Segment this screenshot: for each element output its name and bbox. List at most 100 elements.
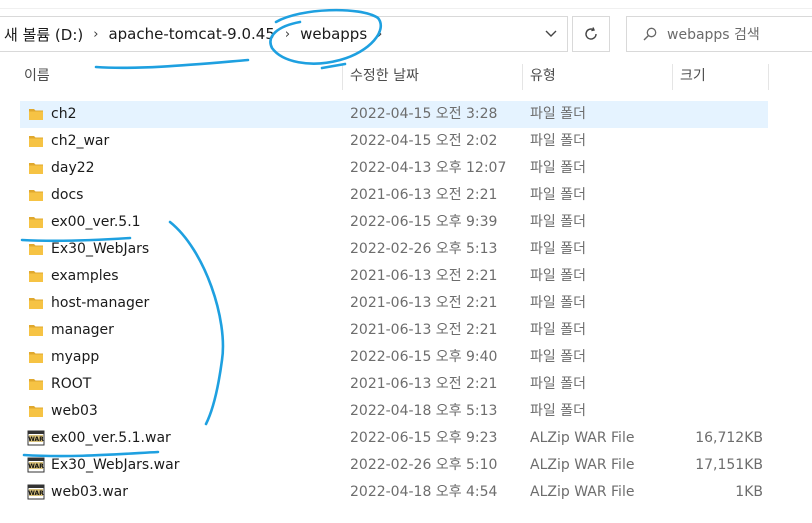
file-row[interactable]: ROOT 2021-06-13 오전 2:21 파일 폴더 [20,371,812,398]
refresh-button[interactable] [572,16,610,52]
file-row[interactable]: ex00_ver.5.1 2022-06-15 오후 9:39 파일 폴더 [20,209,812,236]
file-type: 파일 폴더 [530,187,586,203]
file-row[interactable]: ch2 2022-04-15 오전 3:28 파일 폴더 [20,101,812,128]
svg-text:WAR: WAR [28,490,44,497]
file-name: manager [51,322,114,338]
search-icon [643,27,657,41]
svg-text:WAR: WAR [28,436,44,443]
folder-icon [28,376,44,392]
file-type: 파일 폴더 [530,322,586,338]
file-type: 파일 폴더 [530,376,586,392]
file-date-modified: 2022-04-18 오후 4:54 [350,484,498,500]
war-file-icon: WAR [27,483,45,501]
file-row[interactable]: examples 2021-06-13 오전 2:21 파일 폴더 [20,263,812,290]
chevron-right-icon[interactable]: › [371,27,388,42]
address-history-button[interactable] [536,17,566,51]
file-row[interactable]: WAR ex00_ver.5.1.war 2022-06-15 오후 9:23 ALZ… [20,425,812,452]
column-size[interactable]: 크기 [680,60,706,92]
file-list: ch2 2022-04-15 오전 3:28 파일 폴더 ch2_war 2022-04… [20,101,812,506]
file-type: 파일 폴더 [530,214,586,230]
chevron-right-icon[interactable]: › [87,27,104,42]
file-date-modified: 2021-06-13 오전 2:21 [350,268,498,284]
column-divider[interactable] [768,64,769,90]
file-name: day22 [51,160,95,176]
war-file-icon: WAR [27,456,45,474]
file-date-modified: 2021-06-13 오전 2:21 [350,295,498,311]
column-divider[interactable] [342,64,343,90]
folder-icon [28,322,44,338]
file-name: host-manager [51,295,150,311]
file-row[interactable]: docs 2021-06-13 오전 2:21 파일 폴더 [20,182,812,209]
file-row[interactable]: day22 2022-04-13 오후 12:07 파일 폴더 [20,155,812,182]
file-name: myapp [51,349,100,365]
folder-icon [28,268,44,284]
breadcrumb-drive[interactable]: 새 볼륨 (D:) [0,24,87,45]
breadcrumb-webapps[interactable]: webapps [296,25,371,43]
file-name: ex00_ver.5.1 [51,214,141,230]
file-type: ALZip WAR File [530,457,635,473]
refresh-icon [585,27,597,40]
file-name: Ex30_WebJars.war [51,457,180,473]
file-row[interactable]: WAR web03.war 2022-04-18 오후 4:54 ALZip WAR … [20,479,812,506]
folder-icon [28,106,44,122]
chevron-down-icon [545,30,557,37]
file-row[interactable]: myapp 2022-06-15 오후 9:40 파일 폴더 [20,344,812,371]
file-date-modified: 2022-04-15 오전 2:02 [350,133,498,149]
file-type: 파일 폴더 [530,133,586,149]
folder-icon [28,241,44,257]
folder-icon [28,133,44,149]
folder-icon [28,187,44,203]
file-date-modified: 2022-06-15 오후 9:40 [350,349,498,365]
svg-text:WAR: WAR [28,463,44,470]
column-type[interactable]: 유형 [530,60,556,92]
file-date-modified: 2022-04-18 오후 5:13 [350,403,498,419]
file-type: ALZip WAR File [530,430,635,446]
file-type: 파일 폴더 [530,160,586,176]
file-size: 1KB [735,484,763,500]
file-type: ALZip WAR File [530,484,635,500]
breadcrumb-tomcat[interactable]: apache-tomcat-9.0.45 [104,25,278,43]
file-size: 16,712KB [695,430,763,446]
file-date-modified: 2022-02-26 오후 5:13 [350,241,498,257]
file-type: 파일 폴더 [530,268,586,284]
column-date[interactable]: 수정한 날짜 [350,60,419,92]
file-type: 파일 폴더 [530,349,586,365]
chevron-right-icon[interactable]: › [279,27,296,42]
column-divider[interactable] [672,64,673,90]
file-name: ex00_ver.5.1.war [51,430,171,446]
file-date-modified: 2021-06-13 오전 2:21 [350,376,498,392]
window-top-strip [0,0,812,9]
file-row[interactable]: web03 2022-04-18 오후 5:13 파일 폴더 [20,398,812,425]
file-row[interactable]: Ex30_WebJars 2022-02-26 오후 5:13 파일 폴더 [20,236,812,263]
file-row[interactable]: ch2_war 2022-04-15 오전 2:02 파일 폴더 [20,128,812,155]
file-type: 파일 폴더 [530,106,586,122]
breadcrumb: 새 볼륨 (D:) › apache-tomcat-9.0.45 › webap… [0,17,388,51]
folder-icon [28,295,44,311]
file-date-modified: 2022-04-13 오후 12:07 [350,160,507,176]
file-row[interactable]: WAR Ex30_WebJars.war 2022-02-26 오후 5:10 ALZ… [20,452,812,479]
file-name: web03.war [51,484,128,500]
file-date-modified: 2022-06-15 오후 9:39 [350,214,498,230]
folder-icon [28,214,44,230]
file-name: Ex30_WebJars [51,241,150,257]
file-size: 17,151KB [695,457,763,473]
file-name: web03 [51,403,98,419]
folder-icon [28,349,44,365]
war-file-icon: WAR [27,429,45,447]
file-date-modified: 2021-06-13 오전 2:21 [350,187,498,203]
search-input[interactable]: webapps 검색 [626,16,812,52]
file-name: ch2_war [51,133,110,149]
column-name[interactable]: 이름 [24,60,50,92]
file-date-modified: 2021-06-13 오전 2:21 [350,322,498,338]
file-type: 파일 폴더 [530,295,586,311]
file-row[interactable]: host-manager 2021-06-13 오전 2:21 파일 폴더 [20,290,812,317]
folder-icon [28,160,44,176]
file-date-modified: 2022-02-26 오후 5:10 [350,457,498,473]
folder-icon [28,403,44,419]
search-placeholder: webapps 검색 [667,27,760,43]
file-row[interactable]: manager 2021-06-13 오전 2:21 파일 폴더 [20,317,812,344]
file-name: ch2 [51,106,77,122]
column-divider[interactable] [522,64,523,90]
address-bar[interactable]: 새 볼륨 (D:) › apache-tomcat-9.0.45 › webap… [0,16,568,52]
file-type: 파일 폴더 [530,403,586,419]
